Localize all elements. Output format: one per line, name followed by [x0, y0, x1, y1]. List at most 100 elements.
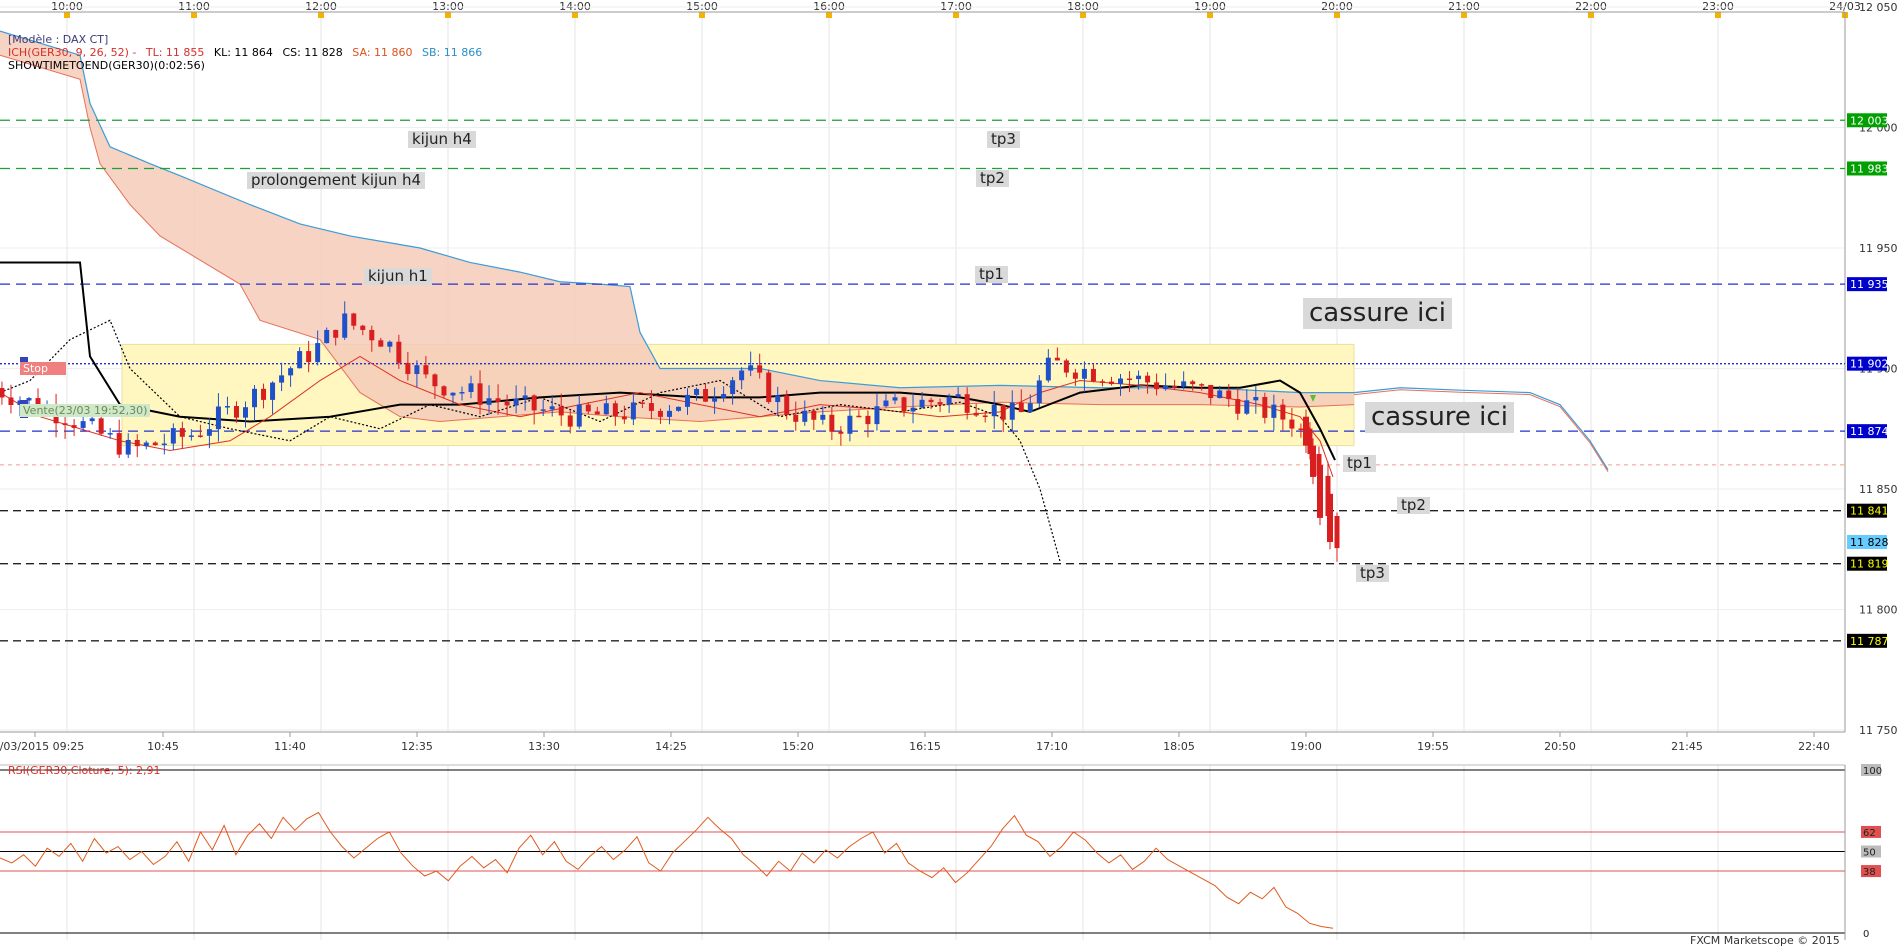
bottom-axis-label: 22:40 — [1798, 740, 1830, 753]
candle-body — [188, 435, 194, 437]
candle-body — [1190, 381, 1196, 385]
bottom-axis-label: 21:45 — [1671, 740, 1703, 753]
rsi-axis-label: 0 — [1863, 929, 1869, 940]
bottom-axis-label: 23/03/2015 09:25 — [0, 740, 84, 753]
candle-body — [522, 395, 528, 399]
candle-body — [98, 418, 104, 434]
candle-body — [1090, 368, 1096, 382]
candle-body — [80, 421, 86, 428]
candle-body — [874, 406, 880, 425]
bottom-axis-label: 20:50 — [1544, 740, 1576, 753]
candle-body — [892, 397, 898, 401]
price-tag-label: 11 902 — [1850, 358, 1889, 371]
candle-body — [468, 383, 474, 393]
candle-body — [1208, 384, 1214, 399]
candle-body — [306, 351, 312, 363]
candle-body — [1145, 375, 1151, 383]
model-label: [Modèle : DAX CT] — [8, 33, 109, 46]
candle-body — [89, 418, 95, 422]
candle-body — [829, 414, 835, 432]
price-tag-label: 11 841 — [1850, 505, 1889, 518]
candle-body — [441, 386, 447, 396]
candle-body — [1199, 384, 1205, 386]
candle-body — [1289, 419, 1295, 429]
ichimoku-sa: SA: 11 860 — [352, 46, 413, 59]
annotation-tp1-lower: tp1 — [1343, 455, 1376, 472]
showtime-label: SHOWTIMETOEND(GER30)(0:02:56) — [8, 59, 205, 72]
candle-body — [612, 403, 618, 417]
candle-body — [1327, 493, 1333, 543]
candle-body — [838, 431, 844, 434]
candle-body — [242, 407, 248, 418]
candle-body — [675, 406, 681, 411]
candle-body — [1108, 381, 1114, 385]
candle-body — [432, 374, 438, 387]
candle-body — [197, 435, 203, 437]
price-tag-label: 11 935 — [1850, 278, 1889, 291]
candle-body — [1136, 375, 1142, 380]
candle-body — [369, 329, 375, 341]
candle-body — [820, 414, 826, 420]
annotation-cassure-upper: cassure ici — [1303, 298, 1452, 329]
annotation-tp2-upper: tp2 — [976, 170, 1009, 187]
candle-body — [928, 399, 934, 403]
ichimoku-legend: ICH(GER30, 9, 26, 52) - TL: 11 855 KL: 1… — [8, 46, 482, 59]
candle-body — [1298, 428, 1304, 431]
candle-body — [721, 394, 727, 398]
candle-body — [1127, 378, 1133, 381]
candle-body — [594, 411, 600, 415]
rsi-axis-label: 62 — [1863, 828, 1876, 839]
candle-body — [964, 394, 970, 413]
footer-copyright: FXCM Marketscope © 2015 — [1690, 934, 1840, 947]
stop-marker[interactable]: Stop — [20, 362, 66, 375]
price-tag-label: 11 787 — [1850, 635, 1889, 648]
price-axis-panel — [1845, 0, 1903, 940]
bottom-axis-label: 17:10 — [1036, 740, 1068, 753]
candle-body — [1045, 357, 1051, 381]
candle-body — [567, 415, 573, 427]
candle-body — [360, 325, 366, 330]
candle-body — [116, 433, 122, 455]
candle-body — [585, 404, 591, 412]
candle-body — [378, 340, 384, 347]
candle-body — [1081, 368, 1087, 379]
bottom-axis-label: 19:00 — [1290, 740, 1322, 753]
candle-body — [1317, 464, 1323, 518]
candle-body — [1099, 381, 1105, 383]
candle-body — [233, 406, 239, 418]
candle-body — [1235, 399, 1241, 414]
candle-body — [946, 396, 952, 405]
price-tag-label: 11 983 — [1850, 162, 1889, 175]
annotation-cassure-lower: cassure ici — [1365, 402, 1514, 433]
candle-body — [206, 429, 212, 436]
candle-body — [639, 402, 645, 404]
candle-body — [107, 433, 113, 435]
price-axis-label: 11 850 — [1859, 483, 1898, 496]
candle-body — [730, 380, 736, 395]
candle-body — [982, 415, 988, 418]
candle-body — [1009, 402, 1015, 420]
bottom-axis-label: 15:20 — [782, 740, 814, 753]
chart-window: 10:00 11:00 12:00 13:00 14:00 15:00 16:00 17:00… — [0, 0, 1903, 947]
candle-body — [685, 394, 691, 407]
chart-canvas[interactable]: 10:00 11:00 12:00 13:00 14:00 15:00 16:00 17:00… — [0, 0, 1903, 940]
candle-body — [477, 383, 483, 405]
ichimoku-kl: KL: 11 864 — [213, 46, 273, 59]
candle-body — [630, 402, 636, 420]
candle-body — [955, 394, 961, 397]
candle-body — [540, 409, 546, 411]
candle-body — [405, 362, 411, 375]
candle-body — [766, 372, 772, 403]
candle-body — [215, 406, 221, 430]
candle-body — [152, 442, 158, 446]
candle-body — [1217, 390, 1223, 399]
candle-body — [179, 428, 185, 437]
bottom-axis-label: 14:25 — [655, 740, 687, 753]
vente-marker[interactable]: Vente(23/03 19:52,30) — [20, 404, 151, 417]
annotation-tp3-lower: tp3 — [1356, 565, 1389, 582]
candle-body — [1036, 380, 1042, 404]
candle-body — [1027, 403, 1033, 413]
candle-body — [423, 365, 429, 375]
candle-body — [1163, 385, 1169, 390]
candle-body — [342, 313, 348, 338]
